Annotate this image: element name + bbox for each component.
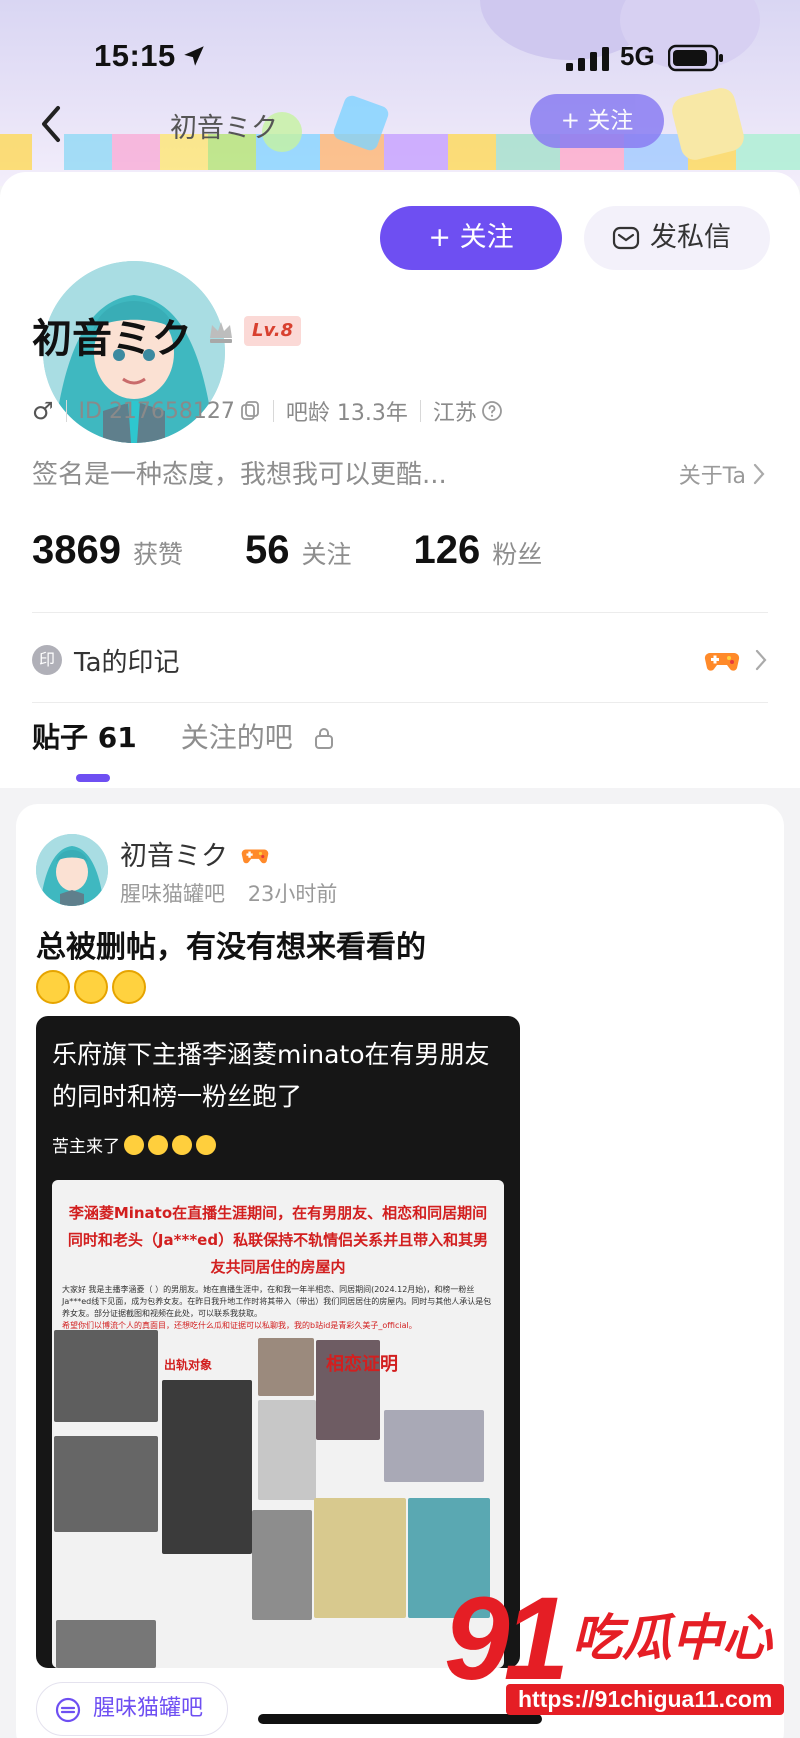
stats-row: 3869 获赞 56 关注 126 粉丝 <box>32 528 604 573</box>
document-heading: 李涵菱Minato在直播生涯期间，在有男朋友、相恋和同居期间同时和老头（Ja**… <box>67 1204 489 1276</box>
private-message-label: 发私信 <box>650 222 731 253</box>
collage-label: 相恋证明 <box>326 1354 398 1375</box>
back-icon[interactable] <box>36 102 66 146</box>
document-paragraph: 大家好 我是主播李涵菱（ ）的男朋友。她在直播生涯中，在和我一年半相恋、同居期间… <box>62 1285 492 1318</box>
gamepad-icon <box>704 652 740 671</box>
collage-label: 出轨对象 <box>164 1358 213 1372</box>
collage-photo <box>258 1338 314 1396</box>
watermark-url: https://91chigua11.com <box>506 1684 785 1715</box>
location: 江苏 <box>432 401 477 426</box>
post-title-emojis <box>36 970 150 1010</box>
post-image[interactable]: 乐府旗下主播李涵菱minato在有男朋友的同时和榜一粉丝跑了 苦主来了 李涵菱M… <box>36 1016 520 1668</box>
level-badge: Lv.8 <box>244 316 302 346</box>
collage-photo <box>384 1410 484 1482</box>
network-type: 5G <box>620 41 655 71</box>
user-id: ID 217658127 <box>78 398 235 424</box>
post-forum[interactable]: 腥味猫罐吧 <box>120 882 225 906</box>
collage-photo <box>54 1330 158 1422</box>
mail-icon <box>612 226 640 250</box>
post-author-name[interactable]: 初音ミク <box>120 834 269 873</box>
gender-icon: ♂ <box>32 397 54 425</box>
crying-emoji-icon <box>196 1134 216 1155</box>
profile-name: 初音ミク <box>32 316 192 362</box>
shocked-emoji-icon <box>74 970 108 1004</box>
profile-tabs: 贴子 61 关注的吧 <box>32 716 380 788</box>
about-link[interactable]: 关于Ta <box>679 458 766 490</box>
private-message-button[interactable]: 发私信 <box>584 206 770 270</box>
location-arrow-icon <box>184 46 204 66</box>
image-headline: 乐府旗下主播李涵菱minato在有男朋友的同时和榜一粉丝跑了 <box>52 1040 490 1111</box>
top-nav: 初音ミク + 关注 <box>0 92 800 156</box>
divider <box>32 702 768 703</box>
watermark-number: 91 <box>444 1573 569 1705</box>
forum-icon <box>55 1697 81 1723</box>
post-author-label: 初音ミク <box>120 841 228 872</box>
crying-emoji-icon <box>124 1134 144 1155</box>
imprint-badges <box>704 645 768 675</box>
signature: 签名是一种态度，我想我可以更酷... <box>32 460 447 490</box>
post-meta: 腥味猫罐吧 23小时前 <box>120 878 337 908</box>
profile-card: + 关注 发私信 初音ミク Lv.8 ♂ ID 217658127 吧龄 13.… <box>0 172 800 788</box>
about-label: 关于Ta <box>678 464 746 489</box>
collage-photo <box>252 1510 312 1620</box>
forum-age: 吧龄 13.3年 <box>285 401 408 426</box>
collage-photo <box>162 1380 252 1554</box>
battery-icon <box>668 44 723 72</box>
profile-meta: ♂ ID 217658127 吧龄 13.3年 江苏 <box>32 394 503 428</box>
collage-photo <box>54 1436 158 1532</box>
shocked-emoji-icon <box>112 970 146 1004</box>
post-title[interactable]: 总被删帖，有没有想来看看的 <box>36 926 756 970</box>
collage-photo <box>314 1498 406 1618</box>
clock: 15:15 <box>94 38 176 73</box>
likes-count: 3869 <box>32 528 121 572</box>
imprint-icon: 印 <box>32 645 62 675</box>
forum-tag[interactable]: 腥味猫罐吧 <box>36 1682 229 1736</box>
signal-icon <box>566 47 609 71</box>
meta-divider <box>272 400 274 422</box>
status-bar: 15:15 5G <box>0 38 800 82</box>
crying-emoji-icon <box>172 1134 192 1155</box>
shocked-emoji-icon <box>36 970 70 1004</box>
crown-icon <box>210 322 232 343</box>
document-body: 大家好 我是主播李涵菱（ ）的男朋友。她在直播生涯中，在和我一年半相恋、同居期间… <box>62 1284 494 1332</box>
image-subtext: 苦主来了 <box>52 1132 216 1157</box>
copy-icon[interactable] <box>239 400 261 422</box>
forum-tag-label: 腥味猫罐吧 <box>93 1696 204 1721</box>
profile-banner: 15:15 5G 初音ミク + 关注 <box>0 0 800 186</box>
avatar-image <box>36 834 108 906</box>
lock-icon <box>314 728 333 749</box>
post-author-avatar[interactable] <box>36 834 108 906</box>
chevron-right-icon <box>755 649 767 671</box>
collage-photo <box>258 1400 316 1500</box>
post-time: 23小时前 <box>247 882 338 906</box>
gamepad-icon <box>241 849 268 864</box>
imprint-row[interactable]: 印 Ta的印记 <box>32 632 768 688</box>
divider <box>32 612 768 613</box>
active-tab-indicator <box>76 774 110 782</box>
followers-label[interactable]: 粉丝 <box>492 535 542 571</box>
followers-count[interactable]: 126 <box>414 528 481 573</box>
follow-button[interactable]: + 关注 <box>380 206 562 270</box>
collage-photo <box>56 1620 156 1668</box>
likes-label: 获赞 <box>132 540 183 569</box>
following-count[interactable]: 56 <box>245 528 290 573</box>
help-icon[interactable] <box>481 400 503 422</box>
watermark-brand: 吃瓜中心 <box>572 1609 772 1667</box>
watermark: 91 吃瓜中心 https://91chigua11.com <box>440 1580 800 1738</box>
tab-followed-forums[interactable]: 关注的吧 <box>181 716 336 788</box>
meta-divider <box>65 400 67 422</box>
imprint-label: Ta的印记 <box>74 647 180 678</box>
image-document: 李涵菱Minato在直播生涯期间，在有男朋友、相恋和同居期间同时和老头（Ja**… <box>52 1180 504 1668</box>
image-subtext-label: 苦主来了 <box>52 1137 120 1157</box>
crying-emoji-icon <box>148 1134 168 1155</box>
nav-title: 初音ミク <box>170 113 278 144</box>
nav-follow-button[interactable]: + 关注 <box>530 94 664 148</box>
following-label[interactable]: 关注 <box>302 535 352 571</box>
chevron-right-icon <box>753 463 765 485</box>
tab-followed-forums-label: 关注的吧 <box>180 721 293 754</box>
meta-divider <box>419 400 421 422</box>
